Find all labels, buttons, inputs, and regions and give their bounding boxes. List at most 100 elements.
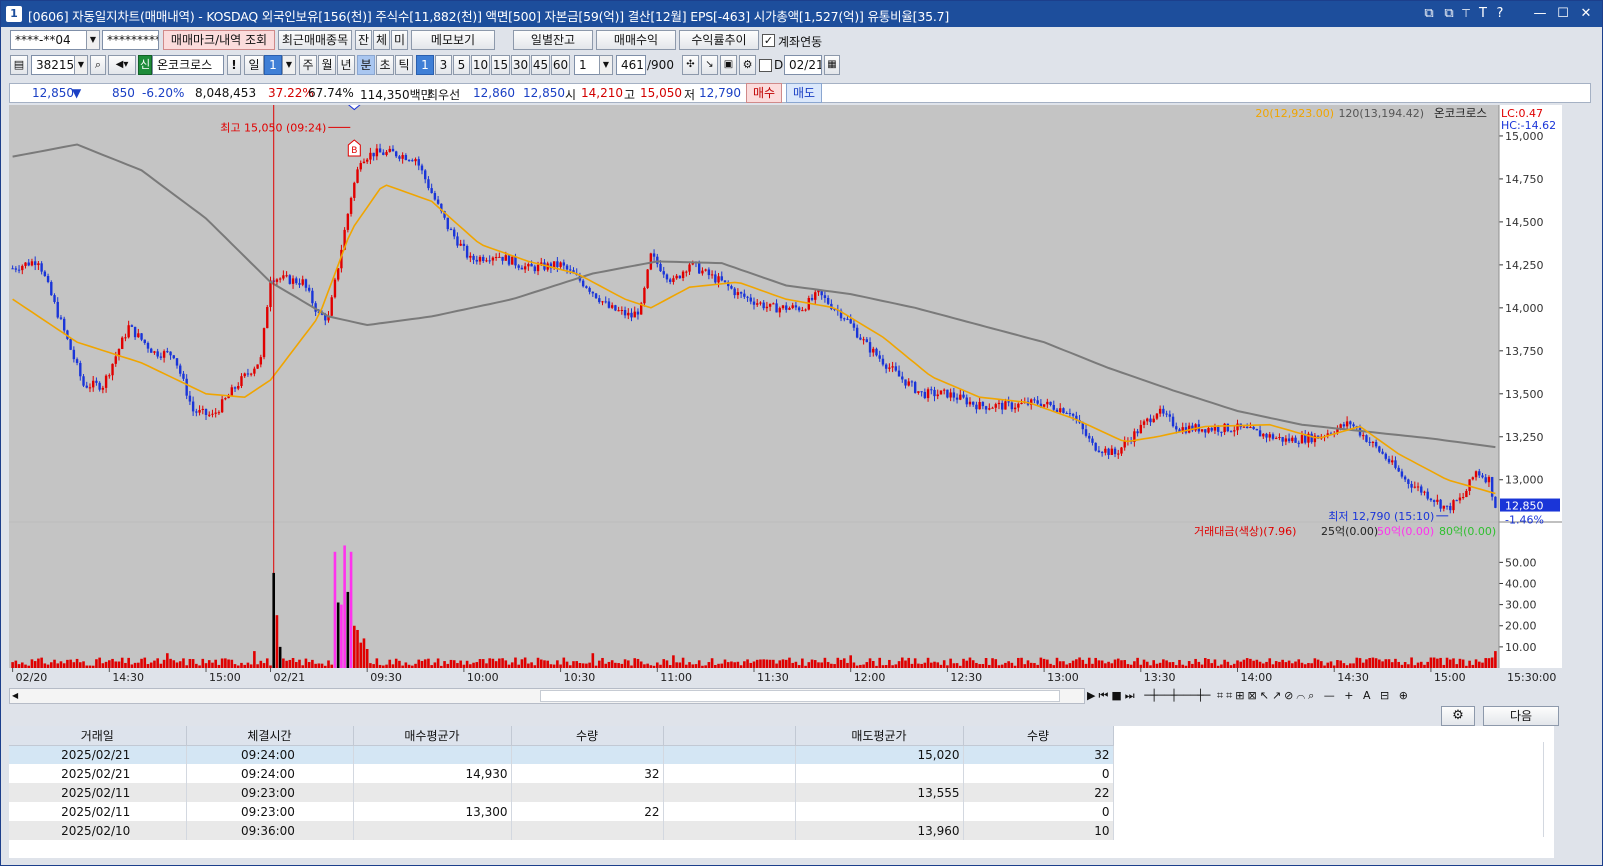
table-row[interactable]: 2025/02/10 09:36:00 13,960 10 xyxy=(9,821,1114,840)
chart-scrollbar[interactable]: ◀ xyxy=(9,688,1085,704)
volume-bar xyxy=(30,659,34,668)
settings-icon[interactable]: ⚙ xyxy=(739,55,756,75)
minute-10-button[interactable]: 10 xyxy=(471,55,490,75)
password-input[interactable]: ********* xyxy=(102,30,159,50)
search-icon[interactable]: ⌕ xyxy=(90,55,106,75)
candle-body xyxy=(772,303,775,305)
date-checkbox[interactable] xyxy=(759,59,772,72)
table-row[interactable]: 2025/02/11 09:23:00 13,555 22 xyxy=(9,783,1114,802)
warning-icon[interactable]: ! xyxy=(227,55,241,75)
table-row[interactable]: 2025/02/21 09:24:00 14,930 32 0 xyxy=(9,764,1114,783)
recent-stocks-button[interactable]: 최근매매종목 xyxy=(278,30,352,50)
minute-15-button[interactable]: 15 xyxy=(491,55,510,75)
crosshair-icon[interactable]: ✣ xyxy=(682,55,699,75)
volume-bar xyxy=(278,646,282,668)
minute-30-button[interactable]: 30 xyxy=(511,55,530,75)
zoom-slider[interactable]: ─┼──┼───┼─ xyxy=(1144,689,1210,702)
minute-1-button[interactable]: 1 xyxy=(416,55,434,75)
date-input[interactable]: 02/21 xyxy=(784,55,822,75)
save-icon[interactable]: ▣ xyxy=(720,55,737,75)
minute-3-button[interactable]: 3 xyxy=(435,55,452,75)
candle-body xyxy=(1062,408,1065,413)
nav-last-icon[interactable]: ⏭ xyxy=(1125,689,1138,702)
candle-body xyxy=(565,265,569,270)
balance-button[interactable]: 잔 xyxy=(355,30,372,50)
calendar-icon[interactable]: ▦ xyxy=(824,55,840,75)
price-chart[interactable]: 15,00014,75014,50014,25014,00013,75013,5… xyxy=(9,93,1562,688)
nav-first-icon[interactable]: ⏮ xyxy=(1098,689,1111,702)
trade-profit-button[interactable]: 매매수익 xyxy=(596,30,676,50)
period-month-button[interactable]: 월 xyxy=(318,55,336,75)
day-dropdown-icon[interactable]: ▼ xyxy=(282,55,296,75)
volume-bar xyxy=(517,664,520,668)
return-trend-button[interactable]: 수익률추이 xyxy=(679,30,759,50)
volume-bar xyxy=(101,663,105,668)
cascade-icon[interactable]: ⧉ xyxy=(1440,5,1458,23)
chart-area[interactable]: 15,000 14,750 14,500 14,250 14,000 13,750 13,5… xyxy=(9,93,1562,688)
stock-code-input[interactable]: 382150 xyxy=(31,55,75,75)
col-buy-qty[interactable]: 수량 xyxy=(511,726,664,746)
minute-45-button[interactable]: 45 xyxy=(531,55,550,75)
scroll-left-icon[interactable]: ◀ xyxy=(12,690,20,702)
filled-button[interactable]: 체 xyxy=(373,30,390,50)
help-icon[interactable]: ? xyxy=(1491,5,1509,23)
table-scrollbar[interactable] xyxy=(1543,742,1551,837)
volume-bar xyxy=(75,658,79,668)
chart-nav-tools[interactable]: ▶⏮■⏭ ─┼──┼───┼─ ⌗⌗⊞⊠↖↗⊘⌒⌕ — + A ⊟ ⊕ xyxy=(1087,688,1563,704)
candle-body xyxy=(926,389,930,399)
minimize-icon[interactable]: — xyxy=(1531,5,1549,23)
col-buy-avg[interactable]: 매수평균가 xyxy=(353,726,512,746)
col-trade-date[interactable]: 거래일 xyxy=(9,726,187,746)
trade-mark-button[interactable]: 매매마크/내역 조회 xyxy=(163,30,275,50)
close-icon[interactable]: ✕ xyxy=(1577,5,1595,23)
bar-count-input[interactable]: 461 xyxy=(616,55,646,75)
minute-5-button[interactable]: 5 xyxy=(453,55,470,75)
nav-play-icon[interactable]: ▶ xyxy=(1087,689,1098,702)
memo-button[interactable]: 메모보기 xyxy=(411,30,495,50)
period-year-button[interactable]: 년 xyxy=(337,55,355,75)
account-dropdown-icon[interactable]: ▼ xyxy=(86,30,100,50)
candle-body xyxy=(855,327,859,338)
volume-bar xyxy=(929,662,933,668)
period-day-value[interactable]: 1 xyxy=(264,55,282,75)
pin-icon[interactable]: ⊤ xyxy=(1457,5,1475,23)
minute-60-button[interactable]: 60 xyxy=(551,55,570,75)
sound-icon[interactable]: ◀▾ xyxy=(108,55,136,75)
text-icon[interactable]: T xyxy=(1474,5,1492,23)
candle-body xyxy=(662,271,665,275)
next-button[interactable]: 다음 xyxy=(1483,706,1559,726)
code-dropdown-icon[interactable]: ▼ xyxy=(74,55,88,75)
col-sell-qty[interactable]: 수량 xyxy=(963,726,1114,746)
account-link-checkbox[interactable]: ✓ xyxy=(762,34,775,47)
period-tick-button[interactable]: 틱 xyxy=(395,55,413,75)
period-second-button[interactable]: 초 xyxy=(376,55,394,75)
stock-name-field[interactable]: 온코크로스 xyxy=(152,55,224,75)
table-row[interactable]: 2025/02/11 09:23:00 13,300 22 0 xyxy=(9,802,1114,821)
draw-tools-icon[interactable]: ⌗⌗⊞⊠↖↗⊘⌒⌕ — + A ⊟ ⊕ xyxy=(1217,689,1411,702)
price-tick-label: 13,500 xyxy=(1505,388,1544,401)
col-exec-time[interactable]: 체결시간 xyxy=(186,726,354,746)
gear-icon[interactable]: ⚙ xyxy=(1441,706,1475,726)
period-minute-button[interactable]: 분 xyxy=(357,55,375,75)
tile-icon[interactable]: ⧉ xyxy=(1420,5,1438,23)
volume-bar xyxy=(427,658,430,668)
account-input[interactable]: ****-**04 xyxy=(10,30,87,50)
candle-body xyxy=(614,305,617,311)
period-week-button[interactable]: 주 xyxy=(299,55,317,75)
unit-input[interactable]: 1 xyxy=(574,55,600,75)
unit-dropdown-icon[interactable]: ▼ xyxy=(599,55,613,75)
col-sell-avg[interactable]: 매도평균가 xyxy=(795,726,964,746)
chart-menu-icon[interactable]: ▤ xyxy=(10,55,28,75)
period-day-button[interactable]: 일 xyxy=(244,55,264,75)
maximize-icon[interactable]: ☐ xyxy=(1554,5,1572,23)
candle-body xyxy=(1449,506,1452,511)
daily-balance-button[interactable]: 일별잔고 xyxy=(513,30,593,50)
nav-stop-icon[interactable]: ■ xyxy=(1111,689,1124,702)
draw-tool-icon[interactable]: ↘ xyxy=(701,55,718,75)
table-row[interactable]: 2025/02/21 09:24:00 15,020 32 xyxy=(9,745,1114,764)
unfilled-button[interactable]: 미 xyxy=(391,30,408,50)
sell-button[interactable]: 매도 xyxy=(786,83,822,103)
candle-body xyxy=(1407,479,1410,484)
scroll-thumb[interactable] xyxy=(540,690,1060,702)
buy-button[interactable]: 매수 xyxy=(746,83,782,103)
